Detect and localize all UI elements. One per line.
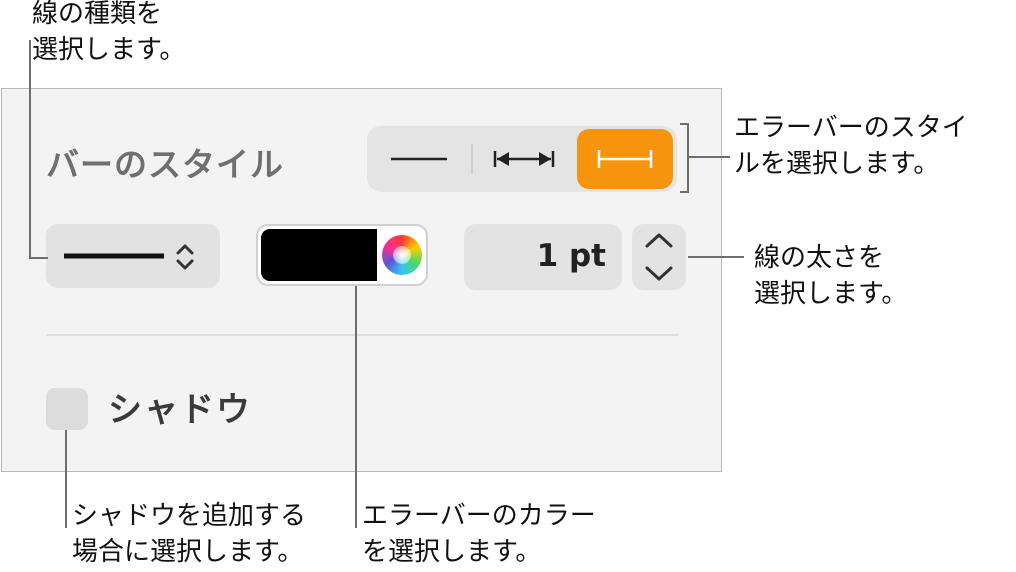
callout-leader-lines (29, 40, 744, 528)
